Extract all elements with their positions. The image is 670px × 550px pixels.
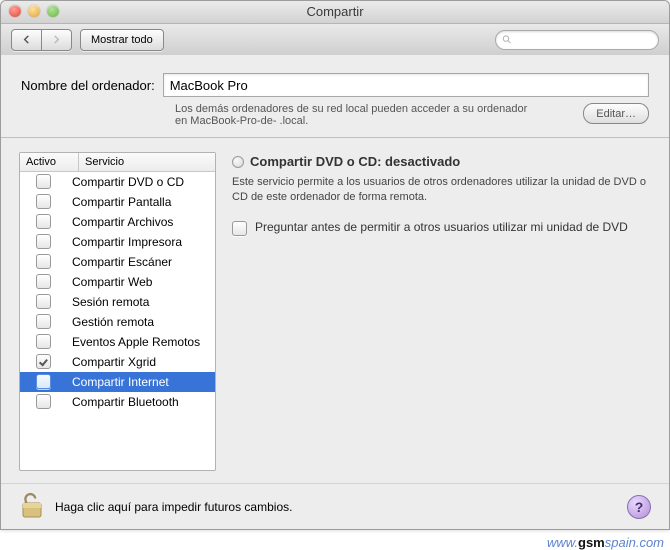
service-label: Compartir Internet (66, 375, 215, 389)
computer-name-hostname: en MacBook-Pro-de- .local. (175, 115, 308, 127)
detail-description: Este servicio permite a los usuarios de … (232, 175, 651, 206)
service-checkbox[interactable] (36, 214, 51, 229)
forward-button[interactable] (42, 29, 72, 51)
service-row[interactable]: Compartir Escáner (20, 252, 215, 272)
service-label: Compartir Archivos (66, 215, 215, 229)
unlock-icon (19, 490, 45, 520)
services-table: Activo Servicio Compartir DVD o CDCompar… (19, 152, 216, 471)
show-all-button[interactable]: Mostrar todo (80, 29, 164, 51)
service-row[interactable]: Compartir Web (20, 272, 215, 292)
titlebar[interactable]: Compartir (1, 1, 669, 24)
computer-name-section: Nombre del ordenador: Los demás ordenado… (1, 55, 669, 138)
service-label: Compartir Xgrid (66, 355, 215, 369)
service-checkbox[interactable] (36, 314, 51, 329)
service-row[interactable]: Sesión remota (20, 292, 215, 312)
chevron-right-icon (52, 35, 61, 44)
service-checkbox[interactable] (36, 254, 51, 269)
service-label: Compartir Pantalla (66, 195, 215, 209)
service-checkbox[interactable] (36, 374, 51, 389)
edit-button[interactable]: Editar… (583, 103, 649, 124)
ask-before-checkbox[interactable] (232, 221, 247, 236)
computer-name-hint: Los demás ordenadores de su red local pu… (175, 103, 527, 115)
service-checkbox[interactable] (36, 294, 51, 309)
service-row[interactable]: Compartir Bluetooth (20, 392, 215, 412)
minimize-icon[interactable] (28, 5, 40, 17)
col-header-active[interactable]: Activo (20, 153, 79, 171)
service-detail-pane: Compartir DVD o CD: desactivado Este ser… (232, 152, 651, 471)
service-row[interactable]: Compartir Impresora (20, 232, 215, 252)
detail-title: Compartir DVD o CD: desactivado (250, 154, 460, 169)
search-field[interactable] (495, 30, 659, 50)
col-header-service[interactable]: Servicio (79, 153, 215, 171)
service-row[interactable]: Compartir Pantalla (20, 192, 215, 212)
service-checkbox[interactable] (36, 234, 51, 249)
chevron-left-icon (22, 35, 31, 44)
footer: Haga clic aquí para impedir futuros camb… (1, 483, 669, 529)
service-label: Compartir Impresora (66, 235, 215, 249)
service-label: Gestión remota (66, 315, 215, 329)
service-label: Compartir Bluetooth (66, 395, 215, 409)
service-checkbox[interactable] (36, 334, 51, 349)
computer-name-input[interactable] (163, 73, 649, 97)
help-button[interactable]: ? (627, 495, 651, 519)
nav-back-forward (11, 29, 72, 51)
help-icon: ? (635, 499, 644, 515)
back-button[interactable] (11, 29, 42, 51)
service-label: Compartir Escáner (66, 255, 215, 269)
service-checkbox[interactable] (36, 174, 51, 189)
service-label: Compartir Web (66, 275, 215, 289)
window-title: Compartir (306, 4, 363, 19)
status-off-icon (232, 156, 244, 168)
service-row[interactable]: Gestión remota (20, 312, 215, 332)
lock-hint[interactable]: Haga clic aquí para impedir futuros camb… (55, 500, 292, 514)
service-row[interactable]: Compartir DVD o CD (20, 172, 215, 192)
zoom-icon[interactable] (47, 5, 59, 17)
search-icon (502, 34, 512, 45)
service-row[interactable]: Compartir Internet (20, 372, 215, 392)
watermark: www.gsmspain.com (547, 535, 664, 550)
service-label: Eventos Apple Remotos (66, 335, 215, 349)
service-checkbox[interactable] (36, 354, 51, 369)
lock-button[interactable] (19, 490, 45, 523)
computer-name-label: Nombre del ordenador: (21, 78, 155, 93)
close-icon[interactable] (9, 5, 21, 17)
ask-before-label: Preguntar antes de permitir a otros usua… (255, 220, 628, 234)
toolbar: Mostrar todo (1, 24, 669, 56)
service-checkbox[interactable] (36, 194, 51, 209)
service-row[interactable]: Eventos Apple Remotos (20, 332, 215, 352)
service-label: Compartir DVD o CD (66, 175, 215, 189)
service-row[interactable]: Compartir Archivos (20, 212, 215, 232)
service-row[interactable]: Compartir Xgrid (20, 352, 215, 372)
search-input[interactable] (516, 33, 652, 47)
service-checkbox[interactable] (36, 394, 51, 409)
preferences-window: Compartir Mostrar todo Nombre del ordena… (0, 0, 670, 530)
services-list[interactable]: Compartir DVD o CD Compartir Pantalla Comp… (20, 172, 215, 470)
service-label: Sesión remota (66, 295, 215, 309)
service-checkbox[interactable] (36, 274, 51, 289)
